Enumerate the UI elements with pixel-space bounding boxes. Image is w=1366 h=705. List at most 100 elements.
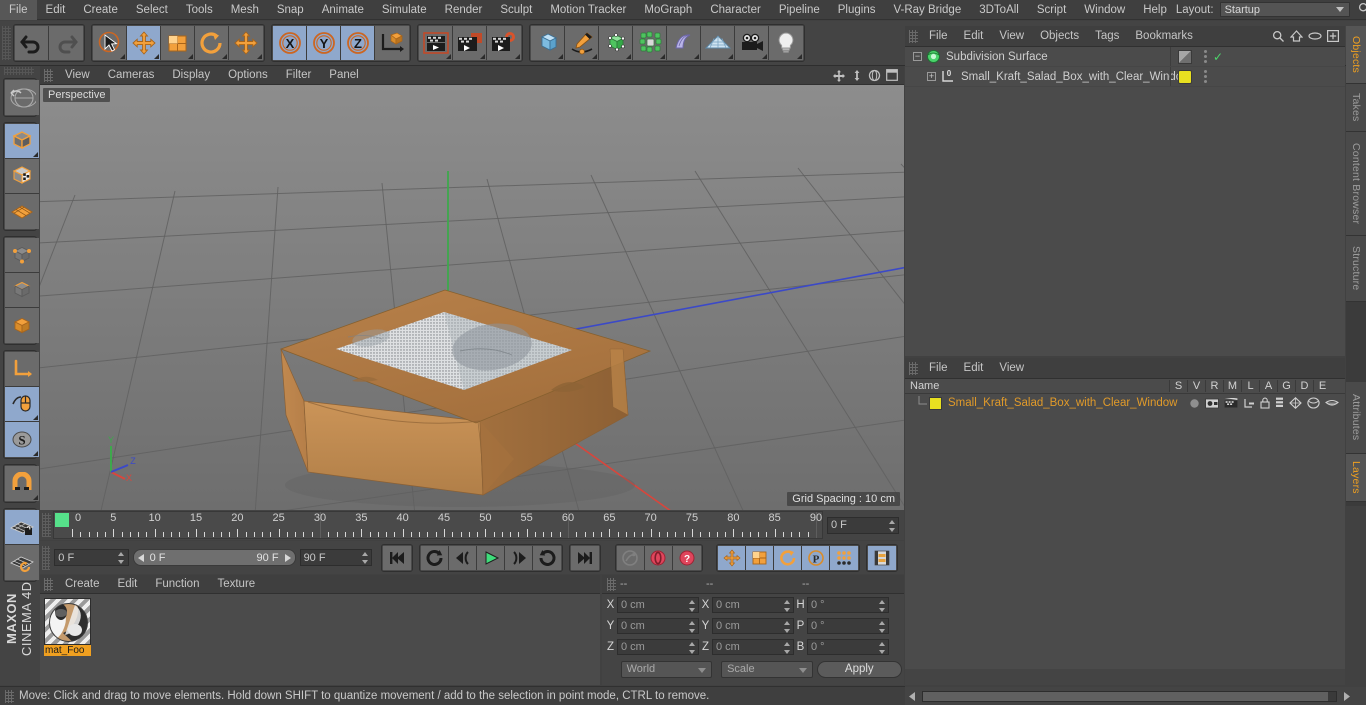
stepper-icon[interactable]	[878, 621, 885, 633]
scale-tool-button[interactable]	[161, 26, 195, 60]
world-coordinate-system-button[interactable]	[375, 26, 409, 60]
menu-item-render[interactable]: Render	[436, 0, 492, 20]
menu-item-vray-bridge[interactable]: V-Ray Bridge	[884, 0, 970, 20]
menu-item-pipeline[interactable]: Pipeline	[770, 0, 829, 20]
size-y-field[interactable]: 0 cm	[712, 618, 794, 634]
menu-item-mograph[interactable]: MoGraph	[635, 0, 701, 20]
stepper-icon[interactable]	[878, 600, 885, 612]
layer-menu-view[interactable]: View	[991, 358, 1032, 379]
material-menu-create[interactable]: Create	[56, 575, 109, 594]
animbar-grip[interactable]	[42, 545, 51, 570]
z-axis-lock-button[interactable]: Z	[341, 26, 375, 60]
layer-col-e[interactable]: E	[1313, 380, 1331, 392]
material-menu-texture[interactable]: Texture	[208, 575, 264, 594]
redo-button[interactable]	[49, 26, 83, 60]
layer-col-a[interactable]: A	[1259, 380, 1277, 392]
coordinate-system-dropdown[interactable]: World	[620, 660, 713, 678]
position-x-field[interactable]: 0 cm	[617, 597, 699, 613]
timeline-ruler[interactable]: 0 5 10 15 20 25 30 35 40 45 50 55 60 65 70 75 80 85 90	[53, 511, 823, 539]
layer-col-l[interactable]: L	[1241, 380, 1259, 392]
stepper-icon[interactable]	[688, 600, 695, 612]
layer-row[interactable]: Small_Kraft_Salad_Box_with_Clear_Window	[905, 394, 1345, 412]
menu-item-snap[interactable]: Snap	[268, 0, 313, 20]
menu-item-help[interactable]: Help	[1134, 0, 1176, 20]
menu-item-select[interactable]: Select	[127, 0, 177, 20]
material-tag-chip[interactable]	[1178, 69, 1192, 84]
material-menu-function[interactable]: Function	[146, 575, 208, 594]
stepper-icon[interactable]	[783, 642, 790, 654]
previous-key-button[interactable]	[421, 545, 450, 570]
menu-item-sculpt[interactable]: Sculpt	[491, 0, 541, 20]
timeline-frame-field[interactable]: 0 F	[827, 516, 899, 534]
ellipse-icon[interactable]	[1308, 31, 1322, 41]
tab-takes[interactable]: Takes	[1346, 84, 1366, 132]
zoom-view-icon[interactable]	[851, 69, 863, 82]
preview-range-slider[interactable]: 0 F 90 F	[132, 549, 296, 566]
menu-item-create[interactable]: Create	[74, 0, 127, 20]
render-settings-button[interactable]	[487, 26, 521, 60]
timeline-grip[interactable]	[42, 513, 51, 537]
menu-item-simulate[interactable]: Simulate	[373, 0, 436, 20]
object-tree[interactable]: − Subdivision Surface ✓ + 0 Small_Kraft_…	[905, 47, 1345, 356]
timeline-playhead[interactable]	[55, 513, 69, 527]
object-menu-tags[interactable]: Tags	[1087, 26, 1127, 47]
point-level-animation-button[interactable]	[830, 545, 859, 570]
go-to-end-button[interactable]	[571, 545, 600, 570]
view-icon[interactable]	[1205, 398, 1219, 409]
rotation-key-button[interactable]	[774, 545, 803, 570]
points-mode-button[interactable]	[5, 238, 39, 273]
solo-dot-icon[interactable]	[1189, 398, 1200, 409]
rotate-tool-button[interactable]	[195, 26, 229, 60]
layer-menu-file[interactable]: File	[921, 358, 956, 379]
manager-icon[interactable]	[1243, 398, 1255, 409]
scrollbar-thumb[interactable]	[923, 691, 1328, 701]
stepper-icon[interactable]	[361, 552, 368, 564]
menu-item-window[interactable]: Window	[1075, 0, 1134, 20]
size-z-field[interactable]: 0 cm	[712, 639, 794, 655]
rotation-h-field[interactable]: 0 °	[807, 597, 889, 613]
material-item[interactable]: mat_Foo	[44, 598, 91, 656]
array-modeling-button[interactable]	[633, 26, 667, 60]
toolbar-drag-grip[interactable]	[2, 26, 11, 60]
tab-content-browser[interactable]: Content Browser	[1346, 132, 1366, 236]
coordinates-grip[interactable]	[607, 577, 616, 591]
left-toolbar-grip[interactable]	[4, 67, 34, 75]
object-menu-edit[interactable]: Edit	[956, 26, 992, 47]
move-axis-tool-button[interactable]	[229, 26, 263, 60]
keyframe-selection-button[interactable]: ?	[672, 545, 701, 570]
search-icon[interactable]	[1358, 2, 1366, 18]
object-menu-view[interactable]: View	[991, 26, 1032, 47]
tab-objects[interactable]: Objects	[1346, 26, 1366, 84]
menu-item-mesh[interactable]: Mesh	[222, 0, 268, 20]
home-icon[interactable]	[1290, 30, 1303, 42]
status-bar-grip[interactable]	[5, 689, 14, 703]
snap-magnet-button[interactable]	[5, 466, 39, 501]
undo-view-button[interactable]	[5, 80, 39, 115]
lock-icon[interactable]	[1260, 397, 1270, 409]
record-active-objects-button[interactable]	[616, 545, 645, 570]
bend-deformer-button[interactable]	[667, 26, 701, 60]
pan-view-icon[interactable]	[832, 69, 846, 82]
menu-item-motion-tracker[interactable]: Motion Tracker	[541, 0, 635, 20]
texture-mode-button[interactable]	[5, 159, 39, 194]
undo-button[interactable]	[15, 26, 49, 60]
layer-list[interactable]: Small_Kraft_Salad_Box_with_Clear_Window	[905, 394, 1345, 669]
range-left-arrow-icon[interactable]	[137, 553, 146, 562]
material-thumbnail[interactable]	[44, 598, 91, 645]
coordinate-mode-dropdown[interactable]: Scale	[721, 660, 813, 678]
search-icon[interactable]	[1272, 30, 1285, 43]
menu-item-animate[interactable]: Animate	[313, 0, 373, 20]
tab-attributes[interactable]: Attributes	[1346, 382, 1366, 454]
spline-pen-button[interactable]	[565, 26, 599, 60]
rotation-p-field[interactable]: 0 °	[807, 618, 889, 634]
polygon-mode-button[interactable]	[5, 194, 39, 229]
object-menu-objects[interactable]: Objects	[1032, 26, 1087, 47]
object-menu-bookmarks[interactable]: Bookmarks	[1127, 26, 1201, 47]
scroll-right-arrow-icon[interactable]	[1342, 691, 1350, 701]
object-tag-chip[interactable]	[1178, 49, 1192, 64]
generator-icon[interactable]	[1289, 397, 1302, 409]
live-selection-tool-button[interactable]	[93, 26, 127, 60]
position-key-button[interactable]	[718, 545, 747, 570]
size-x-field[interactable]: 0 cm	[712, 597, 794, 613]
layer-col-v[interactable]: V	[1187, 380, 1205, 392]
